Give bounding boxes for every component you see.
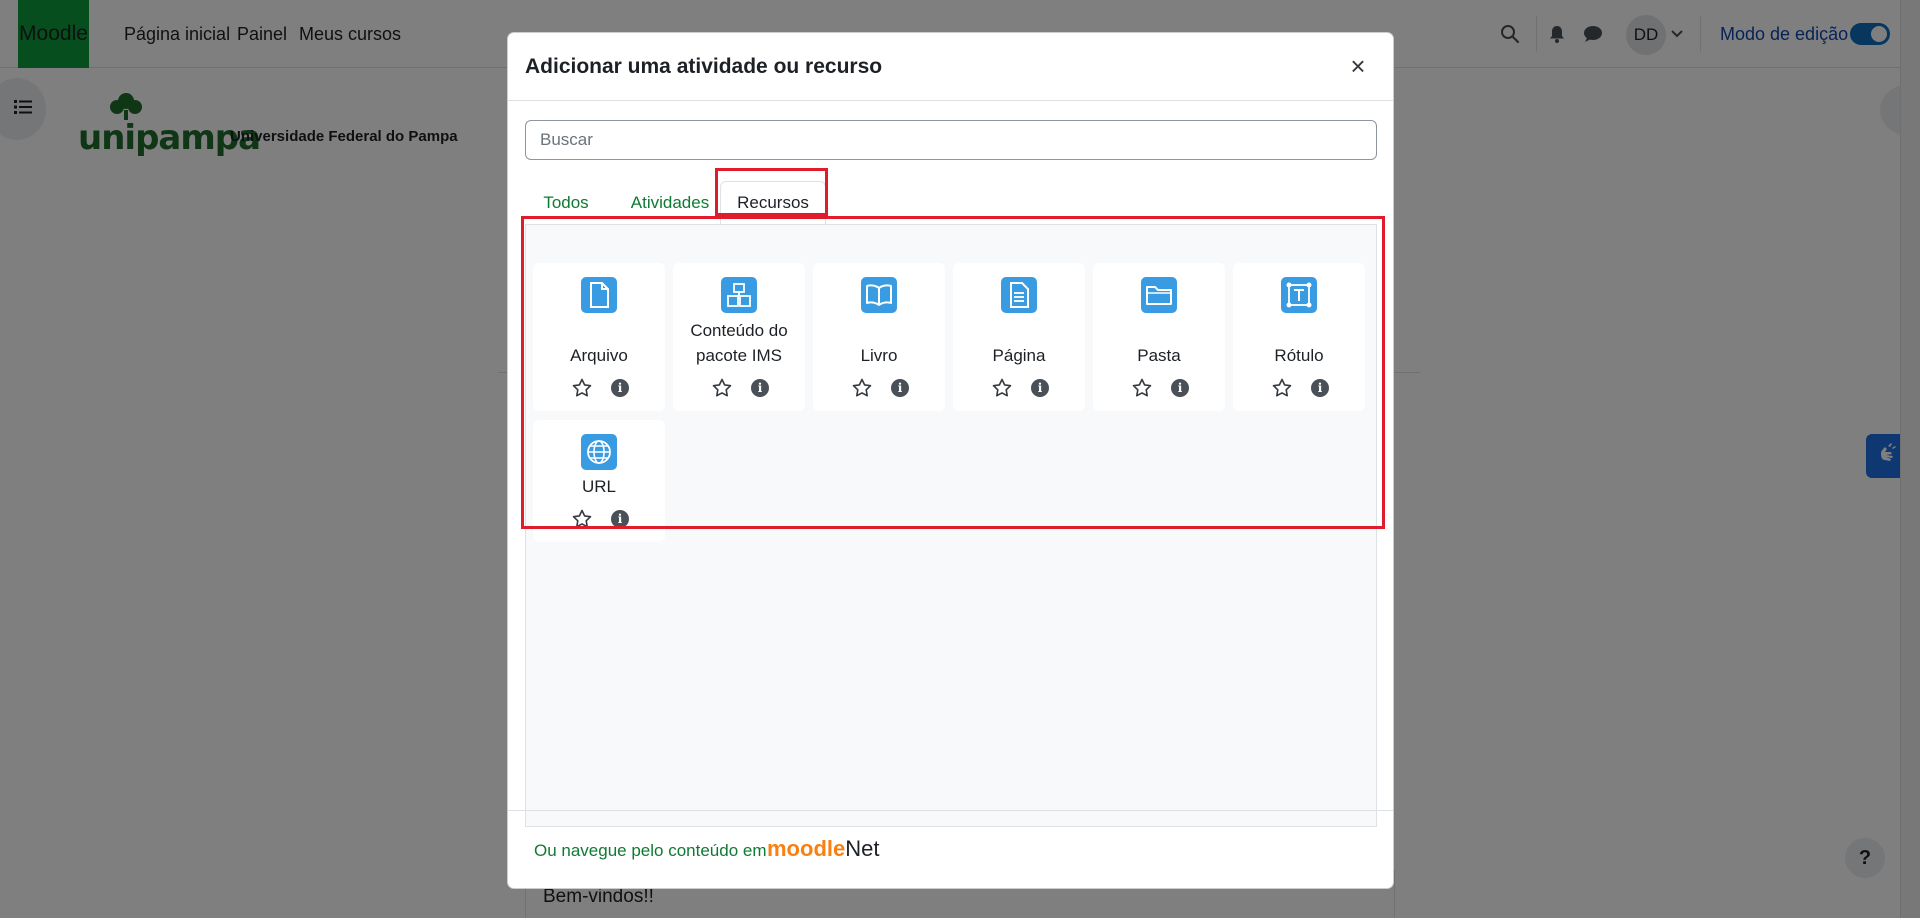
moodlenet-link-text[interactable]: Ou navegue pelo conteúdo em	[534, 841, 767, 861]
moodlenet-logo-suffix: Net	[845, 836, 880, 861]
search-input[interactable]	[525, 120, 1377, 160]
modal-header: Adicionar uma atividade ou recurso ×	[508, 33, 1393, 101]
modal-title: Adicionar uma atividade ou recurso	[525, 55, 883, 78]
highlight-resources-tab	[715, 168, 828, 216]
moodlenet-logo[interactable]: moodleNet	[767, 836, 879, 862]
close-icon[interactable]: ×	[1345, 53, 1371, 79]
highlight-resources-grid	[521, 216, 1385, 529]
moodlenet-logo-prefix: moodle	[767, 836, 846, 861]
modal-footer: Ou navegue pelo conteúdo em moodleNet	[508, 810, 1393, 888]
